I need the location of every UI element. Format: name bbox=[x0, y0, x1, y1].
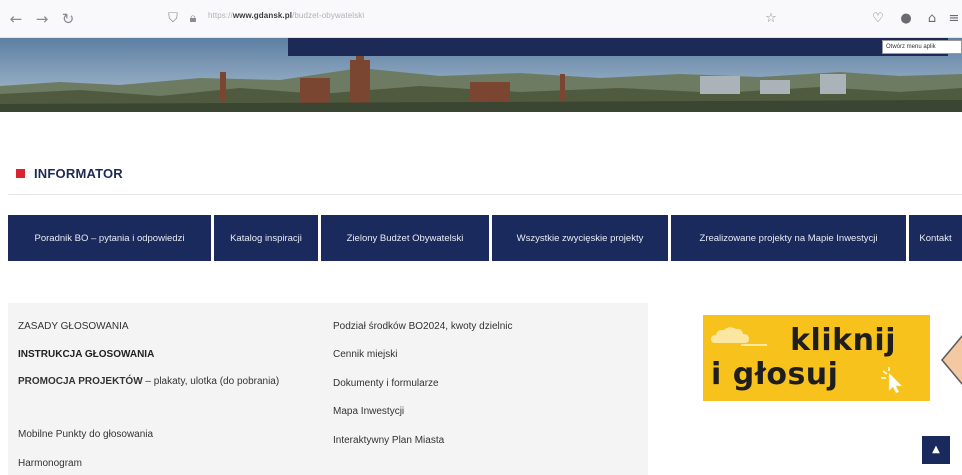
url-path: /budzet-obywatelski bbox=[292, 11, 365, 20]
cloud-icon bbox=[711, 327, 767, 346]
scroll-to-top-button[interactable]: ▲ bbox=[922, 436, 950, 464]
link-podzial-srodkow[interactable]: Podział środków BO2024, kwoty dzielnic bbox=[333, 321, 513, 332]
link-promocja-rest: – plakaty, ulotka (do pobrania) bbox=[142, 376, 280, 387]
vote-line1: kliknij bbox=[790, 323, 896, 358]
home-icon[interactable]: ⌂ bbox=[922, 9, 942, 29]
nav-button-poradnik[interactable]: Poradnik BO – pytania i odpowiedzi bbox=[8, 215, 211, 261]
shield-icon[interactable]: ⛉ bbox=[164, 9, 182, 29]
back-icon[interactable]: ← bbox=[6, 9, 26, 29]
menu-icon[interactable]: ≡ bbox=[944, 9, 962, 29]
url-text[interactable]: https://www.gdansk.pl/budzet-obywatelski bbox=[208, 11, 364, 20]
nav-button-label: Zielony Budżet Obywatelski bbox=[346, 232, 464, 244]
address-bar[interactable]: ⛉ 🔒︎ https://www.gdansk.pl/budzet-obywat… bbox=[150, 6, 790, 32]
link-instrukcja-glosowania[interactable]: INSTRUKCJA GŁOSOWANIA bbox=[18, 349, 154, 360]
nav-button-zrealizowane[interactable]: Zrealizowane projekty na Mapie Inwestycj… bbox=[671, 215, 906, 261]
vote-banner[interactable]: kliknij i głosuj bbox=[703, 315, 930, 401]
nav-button-label: Zrealizowane projekty na Mapie Inwestycj… bbox=[699, 232, 878, 244]
reload-icon[interactable]: ↻ bbox=[58, 9, 78, 29]
link-mapa-inwestycji[interactable]: Mapa Inwestycji bbox=[333, 406, 404, 417]
link-promocja-bold: PROMOCJA PROJEKTÓW bbox=[18, 376, 143, 387]
informator-nav: Poradnik BO – pytania i odpowiedzi Katal… bbox=[8, 215, 962, 261]
cursor-click-icon bbox=[881, 367, 903, 393]
nav-button-label: Wszystkie zwycięskie projekty bbox=[516, 232, 644, 244]
forward-icon[interactable]: → bbox=[32, 9, 52, 29]
red-square-icon bbox=[16, 169, 25, 178]
informator-links-panel: ZASADY GŁOSOWANIA INSTRUKCJA GŁOSOWANIA … bbox=[8, 303, 648, 475]
carousel-arrow-icon[interactable] bbox=[938, 325, 962, 395]
nav-button-zwycieskie-projekty[interactable]: Wszystkie zwycięskie projekty bbox=[492, 215, 668, 261]
link-dokumenty[interactable]: Dokumenty i formularze bbox=[333, 378, 439, 389]
informator-title: INFORMATOR bbox=[34, 166, 123, 181]
account-icon[interactable]: ● bbox=[896, 9, 916, 29]
caret-up-icon: ▲ bbox=[932, 444, 940, 455]
nav-button-label: Kontakt bbox=[919, 232, 952, 244]
nav-button-katalog[interactable]: Katalog inspiracji bbox=[214, 215, 318, 261]
city-banner-image bbox=[0, 38, 962, 112]
link-promocja-projektow[interactable]: PROMOCJA PROJEKTÓW – plakaty, ulotka (do… bbox=[18, 373, 308, 390]
link-interaktywny-plan[interactable]: Interaktywny Plan Miasta bbox=[333, 435, 444, 446]
link-zasady-glosowania[interactable]: ZASADY GŁOSOWANIA bbox=[18, 321, 129, 332]
top-nav-bar bbox=[288, 38, 948, 56]
link-cennik-miejski[interactable]: Cennik miejski bbox=[333, 349, 397, 360]
pocket-icon[interactable]: ♡ bbox=[868, 9, 888, 29]
lock-icon[interactable]: 🔒︎ bbox=[184, 9, 202, 29]
nav-button-label: Katalog inspiracji bbox=[230, 232, 302, 244]
url-prefix: https:// bbox=[208, 11, 233, 20]
star-icon[interactable]: ☆ bbox=[762, 9, 780, 29]
browser-page: ← → ↻ ⛉ 🔒︎ https://www.gdansk.pl/budzet-… bbox=[0, 0, 962, 475]
nav-button-label: Poradnik BO – pytania i odpowiedzi bbox=[34, 232, 185, 244]
link-mobilne-punkty[interactable]: Mobilne Punkty do głosowania bbox=[18, 429, 153, 440]
nav-button-zielony-budzet[interactable]: Zielony Budżet Obywatelski bbox=[321, 215, 489, 261]
tooltip: Otwórz menu aplik bbox=[882, 40, 962, 54]
divider bbox=[8, 194, 962, 195]
vote-line2: i głosuj bbox=[711, 357, 839, 392]
nav-button-kontakt[interactable]: Kontakt bbox=[909, 215, 962, 261]
url-domain: www.gdansk.pl bbox=[232, 11, 293, 20]
browser-toolbar: ← → ↻ ⛉ 🔒︎ https://www.gdansk.pl/budzet-… bbox=[0, 0, 962, 38]
link-harmonogram[interactable]: Harmonogram bbox=[18, 458, 82, 469]
